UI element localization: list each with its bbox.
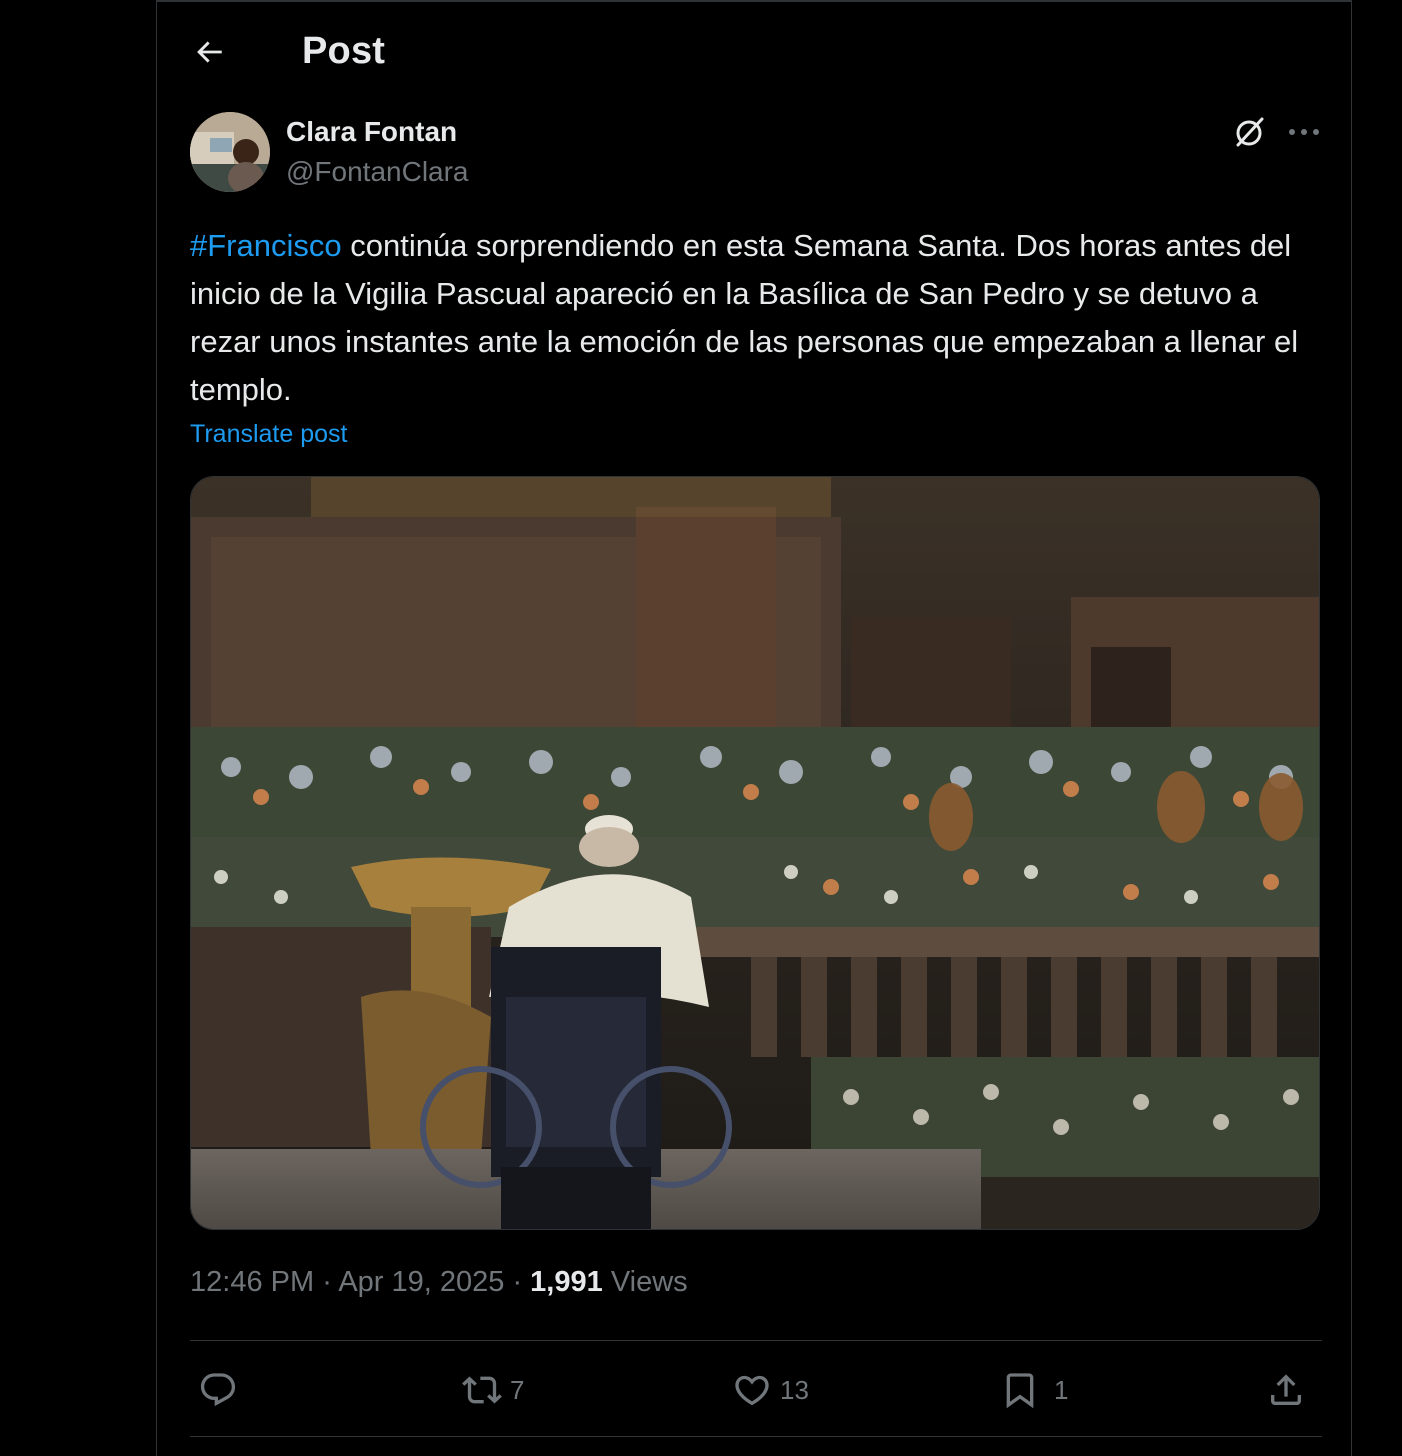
meta-separator-2: · — [504, 1266, 531, 1298]
like-count: 13 — [780, 1374, 809, 1405]
bookmark-count: 1 — [1054, 1374, 1069, 1405]
views-count: 1,991 — [530, 1266, 603, 1298]
share-icon — [1271, 1374, 1301, 1405]
top-border — [157, 0, 1351, 2]
reply-icon — [200, 1373, 236, 1407]
repost-count: 7 — [510, 1374, 525, 1405]
reply-button[interactable] — [198, 1362, 246, 1418]
post-header: Post — [157, 18, 1351, 90]
back-arrow-icon — [197, 41, 222, 63]
avatar[interactable] — [190, 112, 270, 192]
bookmark-icon — [1006, 1373, 1034, 1409]
author-handle[interactable]: @FontanClara — [286, 156, 469, 188]
hashtag-link[interactable]: #Francisco — [190, 228, 342, 263]
divider — [190, 1340, 1322, 1341]
like-button[interactable]: 13 — [732, 1362, 809, 1418]
post-author: Clara Fontan @FontanClara — [190, 112, 1320, 192]
more-button[interactable] — [1282, 112, 1326, 152]
post-column: Post Clara Fontan @FontanClara #Francisc… — [156, 0, 1352, 1456]
views-label: Views — [610, 1266, 688, 1298]
post-image[interactable] — [190, 476, 1320, 1230]
post-text: #Francisco continúa sorprendiendo en est… — [190, 222, 1330, 414]
grok-button[interactable] — [1230, 112, 1270, 152]
post-date[interactable]: Apr 19, 2025 — [338, 1266, 504, 1298]
post-body: continúa sorprendiendo en esta Semana Sa… — [190, 228, 1299, 407]
translate-post-link[interactable]: Translate post — [190, 420, 347, 449]
post-time[interactable]: 12:46 PM — [190, 1266, 314, 1298]
repost-icon — [462, 1376, 502, 1404]
back-button[interactable] — [187, 30, 231, 74]
divider-bottom — [190, 1436, 1322, 1437]
share-button[interactable] — [1266, 1362, 1306, 1418]
meta-separator: · — [314, 1266, 339, 1298]
post-meta: 12:46 PM · Apr 19, 2025 · 1,991 Views — [190, 1266, 688, 1299]
page-title: Post — [302, 30, 386, 72]
more-icon — [1289, 129, 1319, 135]
action-bar: 7 13 1 — [190, 1362, 1322, 1418]
bookmark-button[interactable]: 1 — [1000, 1362, 1068, 1418]
grok-icon — [1236, 117, 1264, 147]
author-name[interactable]: Clara Fontan — [286, 116, 457, 148]
like-icon — [735, 1375, 769, 1406]
repost-button[interactable]: 7 — [462, 1362, 524, 1418]
